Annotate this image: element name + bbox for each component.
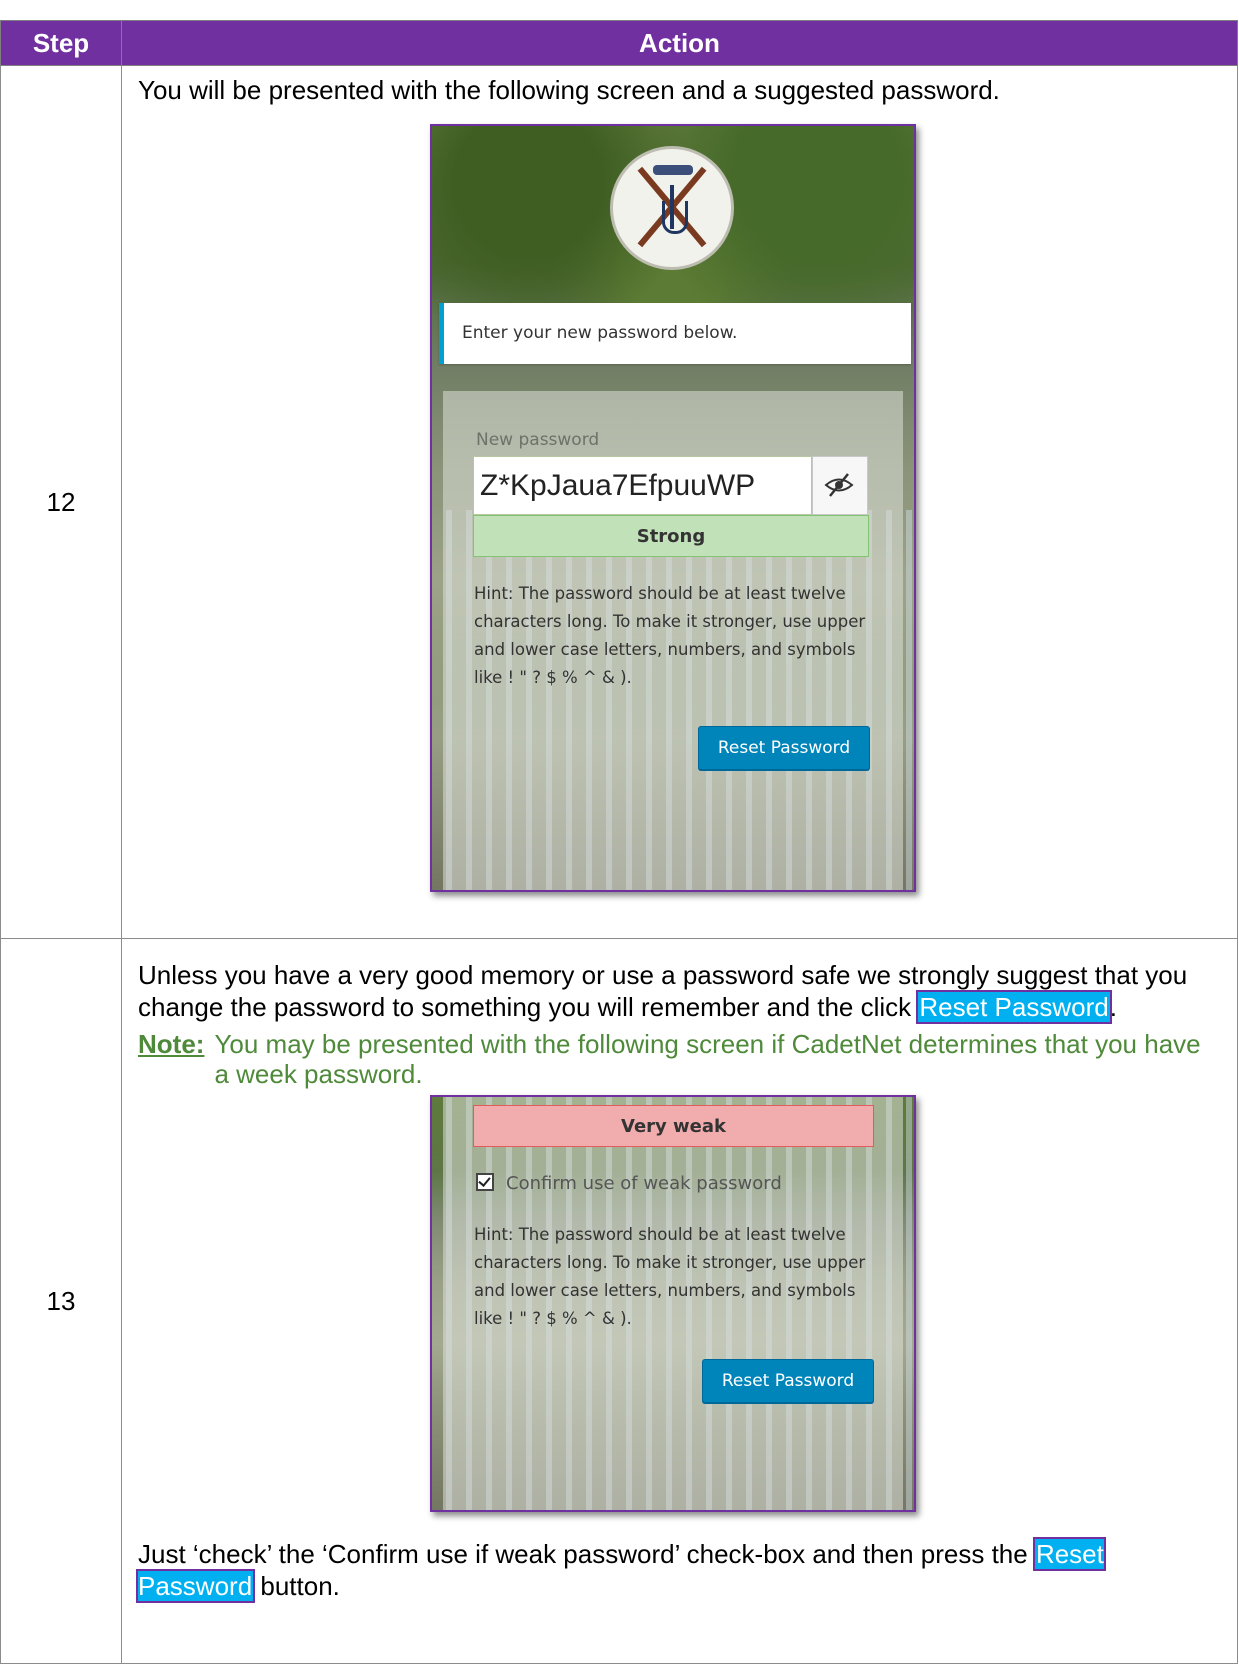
followup-text: Just ‘check’ the ‘Confirm use if weak pa… <box>136 1537 1106 1603</box>
instruction-text: Unless you have a very good memory or us… <box>138 960 1188 1024</box>
reset-password-button[interactable]: Reset Password <box>698 726 870 770</box>
note-text: You may be presented with the following … <box>214 1029 1201 1089</box>
action-cell: You will be presented with the following… <box>121 65 1238 939</box>
new-password-input[interactable] <box>473 456 812 515</box>
header-step: Step <box>0 20 122 66</box>
action-cell: Unless you have a very good memory or us… <box>121 938 1238 1664</box>
password-hint: Hint: The password should be at least tw… <box>474 584 866 687</box>
instruction-text: You will be presented with the following… <box>138 75 1000 105</box>
screenshot-reset-password-strong: Enter your new password below. New passw… <box>430 124 916 892</box>
password-strength-meter: Very weak <box>473 1105 874 1147</box>
info-message: Enter your new password below. <box>439 303 911 364</box>
note: Note: You may be presented with the foll… <box>138 1029 1237 1089</box>
screenshot-weak-password: Very weak Confirm use of weak password H… <box>430 1095 916 1512</box>
eye-slash-icon <box>824 473 854 497</box>
confirm-weak-password[interactable]: Confirm use of weak password <box>476 1173 782 1194</box>
step-number: 13 <box>0 938 122 1664</box>
step-row-13: 13 Unless you have a very good memory or… <box>0 938 1238 1664</box>
note-label: Note: <box>138 1029 205 1059</box>
show-hide-password-button[interactable] <box>812 456 868 515</box>
step-number: 12 <box>0 65 122 939</box>
header-row: Step Action <box>0 20 1238 66</box>
checkbox-checked-icon[interactable] <box>476 1173 494 1191</box>
steps-table: Step Action 12 You will be presented wit… <box>0 20 1238 1664</box>
header-action: Action <box>121 20 1238 66</box>
cadet-forces-logo <box>610 146 734 270</box>
reset-password-button[interactable]: Reset Password <box>702 1359 874 1403</box>
password-strength-meter: Strong <box>473 515 869 557</box>
password-hint: Hint: The password should be at least tw… <box>474 1225 866 1328</box>
step-row-12: 12 You will be presented with the follow… <box>0 65 1238 939</box>
reset-password-link: Reset Password <box>916 990 1112 1024</box>
new-password-label: New password <box>476 430 600 450</box>
